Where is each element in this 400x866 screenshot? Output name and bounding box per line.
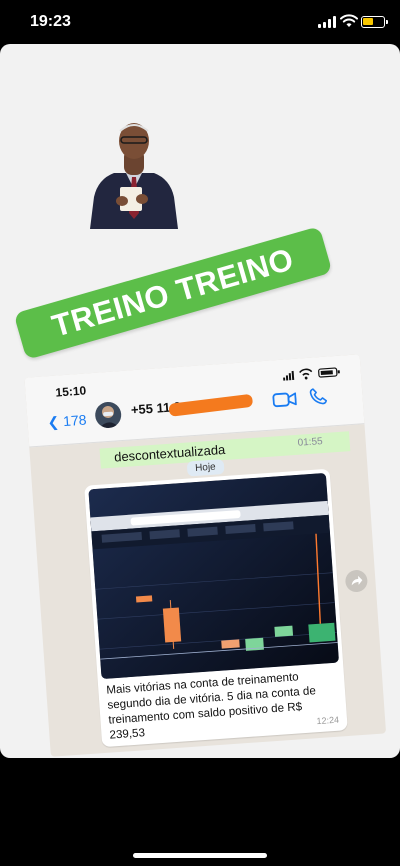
message-caption: Mais vitórias na conta de treinamento se…	[105, 670, 317, 742]
back-button[interactable]: ❮ 178	[47, 412, 87, 432]
trading-photo[interactable]	[88, 472, 340, 680]
banner-text: TREINO TREINO	[48, 241, 298, 344]
date-divider: Hoje	[186, 459, 225, 477]
message-bubble[interactable]: Mais vitórias na conta de treinamento se…	[84, 468, 348, 748]
treino-banner: TREINO TREINO	[13, 226, 333, 360]
back-chevron-icon: ❮	[47, 413, 60, 431]
previous-message-time: 01:55	[297, 436, 324, 449]
status-time: 19:23	[30, 13, 71, 30]
home-indicator[interactable]	[133, 853, 267, 858]
wifi-icon	[340, 14, 358, 27]
whatsapp-screenshot: 15:10 ❮ 178 +55 11 9 descontextualizada …	[24, 354, 387, 757]
inner-status-time: 15:10	[55, 383, 87, 400]
cellular-signal-icon	[318, 16, 336, 28]
phone-icon[interactable]	[309, 387, 328, 406]
forward-button[interactable]	[344, 569, 369, 593]
trading-screen-image	[88, 472, 340, 680]
battery-icon	[361, 16, 388, 28]
redaction-scribble	[168, 393, 254, 417]
message-time: 12:24	[316, 714, 340, 727]
inner-status-icons	[283, 367, 340, 381]
status-bar: 19:23	[0, 0, 400, 44]
forward-icon	[351, 575, 363, 586]
story-card: TREINO TREINO 15:10 ❮ 178 +55 11 9 desco…	[0, 44, 400, 758]
back-count: 178	[62, 411, 88, 430]
video-call-icon[interactable]	[272, 391, 297, 409]
person-sticker	[90, 123, 178, 229]
contact-avatar[interactable]	[94, 401, 123, 429]
